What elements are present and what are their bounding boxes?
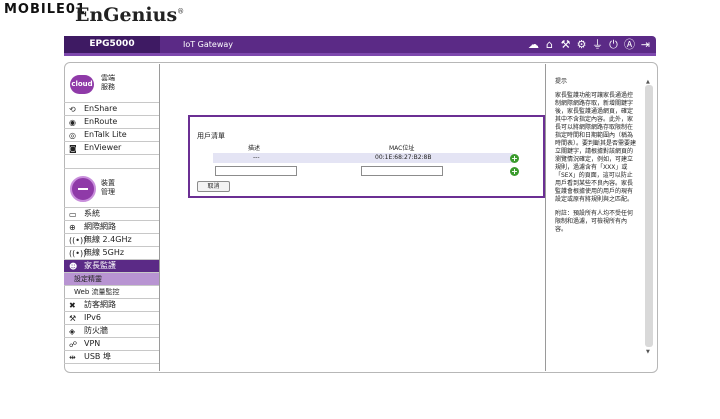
- watermark: MOBILE01: [4, 2, 86, 17]
- help-content: 提示 家長監護功能可讓家長通過控制網際網路存取，新增關鍵字後，家長監護通過網頁，…: [555, 78, 637, 240]
- sidebar-subitem-wizard[interactable]: 設定精靈: [64, 273, 159, 286]
- sidebar-item-vpn[interactable]: ☍ VPN: [64, 338, 159, 351]
- sidebar-item-parental-control[interactable]: ☻ 家長監護: [64, 260, 159, 273]
- user-list-dialog: 用戶清單 描述 MAC位址 --- 00:1E:68:27:B2:8B + + …: [188, 115, 545, 198]
- cloud-download-icon[interactable]: ☁: [527, 38, 540, 51]
- cloud-section-title: 雲端 服務: [101, 74, 115, 91]
- home-icon[interactable]: ⌂: [543, 38, 556, 51]
- device-section-header: 裝置 管理: [64, 169, 159, 208]
- sidebar-item-guest-network[interactable]: ✖ 訪客網路: [64, 299, 159, 312]
- sidebar-item-ipv6[interactable]: ⚒ IPv6: [64, 312, 159, 325]
- sidebar-item-enviewer[interactable]: ◙ EnViewer: [64, 142, 159, 155]
- scroll-down-arrow[interactable]: ▼: [646, 349, 650, 355]
- sidebar: cloud 雲端 服務 ⟲ EnShare ◉ EnRoute ◎ EnTalk Li…: [64, 64, 160, 371]
- column-header-mac: MAC位址: [389, 145, 415, 152]
- help-panel: 提示 家長監護功能可讓家長通過控制網際網路存取，新增關鍵字後，家長監護通過網頁，…: [545, 64, 657, 371]
- product-name: IoT Gateway: [183, 40, 234, 49]
- plug-icon[interactable]: ⏚: [591, 38, 604, 51]
- help-note: 附註：預設所有人均不受任何限制和過濾，可檢視所有內容。: [555, 210, 634, 233]
- row-mac-address: 00:1E:68:27:B2:8B: [375, 154, 432, 161]
- cloud-section-header: cloud 雲端 服務: [64, 64, 159, 103]
- globe-icon: ⊕: [69, 223, 76, 232]
- logout-icon[interactable]: ⇥: [639, 38, 652, 51]
- row-description: ---: [253, 154, 260, 161]
- tools-icon: ⚒: [69, 314, 77, 323]
- sidebar-item-entalk-lite[interactable]: ◎ EnTalk Lite: [64, 129, 159, 142]
- sidebar-spacer: [64, 155, 159, 169]
- help-title: 提示: [555, 78, 568, 85]
- dialog-title: 用戶清單: [197, 132, 225, 140]
- wireless-icon: ((•)): [69, 236, 87, 245]
- sidebar-item-wireless-24[interactable]: ((•)) 無線 2.4GHz: [64, 234, 159, 247]
- camera-icon: ◙: [69, 144, 77, 153]
- sidebar-item-enshare[interactable]: ⟲ EnShare: [64, 103, 159, 116]
- firewall-icon: ◈: [69, 327, 76, 336]
- tools-icon[interactable]: ⚒: [559, 38, 572, 51]
- usb-icon: ⇹: [69, 353, 76, 362]
- users-icon: ☻: [69, 262, 78, 271]
- device-section-title: 裝置 管理: [101, 179, 115, 196]
- sidebar-subitem-web-traffic[interactable]: Web 流量監控: [64, 286, 159, 299]
- add-row-button[interactable]: +: [510, 154, 519, 163]
- device-badge-icon: [70, 176, 96, 202]
- help-paragraph: 家長監護功能可讓家長通過控制網際網路存取，新增關鍵字後，家長監護通過網頁，確定其…: [555, 92, 637, 203]
- power-icon[interactable]: ⏻: [607, 38, 620, 51]
- sidebar-item-usb[interactable]: ⇹ USB 埠: [64, 351, 159, 364]
- column-header-description: 描述: [248, 145, 261, 152]
- circled-a-icon[interactable]: Ⓐ: [623, 38, 636, 51]
- sidebar-item-system[interactable]: ▭ 系統: [64, 208, 159, 221]
- cancel-button[interactable]: 取消: [197, 181, 230, 192]
- talk-icon: ◎: [69, 131, 76, 140]
- add-entry-button[interactable]: +: [510, 167, 519, 176]
- toolbar-icons: ☁ ⌂ ⚒ ⚙ ⏚ ⏻ Ⓐ ⇥: [527, 38, 652, 51]
- mac-address-input[interactable]: [361, 166, 443, 176]
- monitor-icon: ▭: [69, 210, 77, 219]
- sidebar-item-wireless-5[interactable]: ((•)) 無線 5GHz: [64, 247, 159, 260]
- sidebar-item-internet[interactable]: ⊕ 網際網路: [64, 221, 159, 234]
- wrench-icon: ✖: [69, 301, 76, 310]
- cloud-badge: cloud: [70, 75, 94, 94]
- share-icon: ⟲: [69, 105, 76, 114]
- model-name: EPG5000: [64, 36, 160, 53]
- table-row: --- 00:1E:68:27:B2:8B: [213, 153, 513, 163]
- vpn-icon: ☍: [69, 340, 78, 349]
- sidebar-item-enroute[interactable]: ◉ EnRoute: [64, 116, 159, 129]
- brand-logo: EnGenius®: [75, 4, 185, 26]
- route-icon: ◉: [69, 118, 76, 127]
- wireless-icon: ((•)): [69, 249, 87, 258]
- help-scrollbar[interactable]: [645, 85, 653, 347]
- gear-icon[interactable]: ⚙: [575, 38, 588, 51]
- sidebar-item-firewall[interactable]: ◈ 防火牆: [64, 325, 159, 338]
- description-input[interactable]: [215, 166, 297, 176]
- top-bar-underline: [64, 53, 656, 56]
